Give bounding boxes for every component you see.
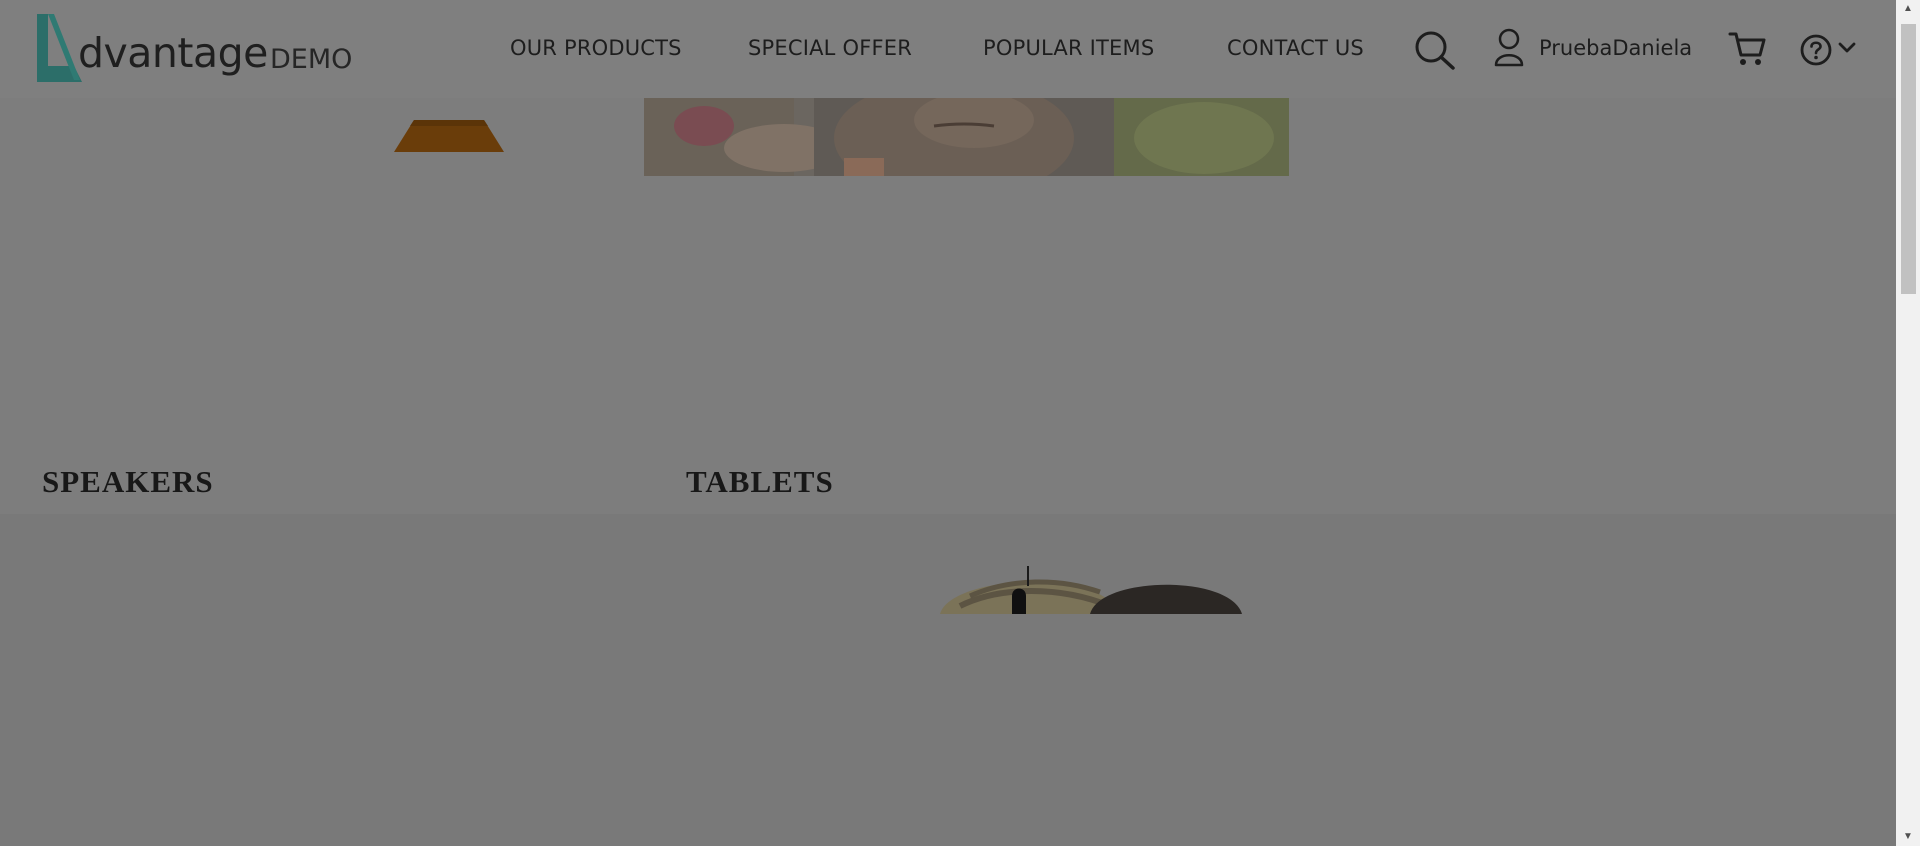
logo-demo-text: DEMO (270, 44, 353, 75)
search-icon[interactable] (1414, 30, 1456, 72)
site-logo[interactable]: dvantage DEMO (34, 14, 364, 84)
user-icon[interactable] (1493, 28, 1525, 68)
category-title-speakers[interactable]: SPEAKERS (42, 464, 214, 500)
user-name[interactable]: PruebaDaniela (1539, 36, 1692, 60)
scroll-up-arrow-icon[interactable]: ▲ (1896, 0, 1920, 18)
category-title-tablets[interactable]: TABLETS (686, 464, 834, 500)
cart-icon[interactable] (1728, 31, 1766, 67)
chevron-down-icon[interactable] (1838, 42, 1856, 54)
site-header: dvantage DEMO OUR PRODUCTS SPECIAL OFFER… (0, 0, 1896, 98)
nav-special-offer[interactable]: SPECIAL OFFER (748, 36, 912, 60)
help-icon[interactable] (1800, 34, 1832, 66)
speaker-image[interactable] (392, 120, 506, 154)
nav-contact-us[interactable]: CONTACT US (1227, 36, 1364, 60)
tablets-promo-image[interactable] (644, 98, 1289, 176)
mice-image[interactable] (940, 566, 1242, 614)
nav-popular-items[interactable]: POPULAR ITEMS (983, 36, 1154, 60)
products-section (0, 514, 1896, 846)
vertical-scrollbar[interactable]: ▲ ▼ (1896, 0, 1920, 846)
nav-our-products[interactable]: OUR PRODUCTS (510, 36, 682, 60)
scroll-thumb[interactable] (1901, 24, 1916, 294)
scroll-down-arrow-icon[interactable]: ▼ (1896, 828, 1920, 846)
logo-brand-text: dvantage (78, 29, 268, 77)
